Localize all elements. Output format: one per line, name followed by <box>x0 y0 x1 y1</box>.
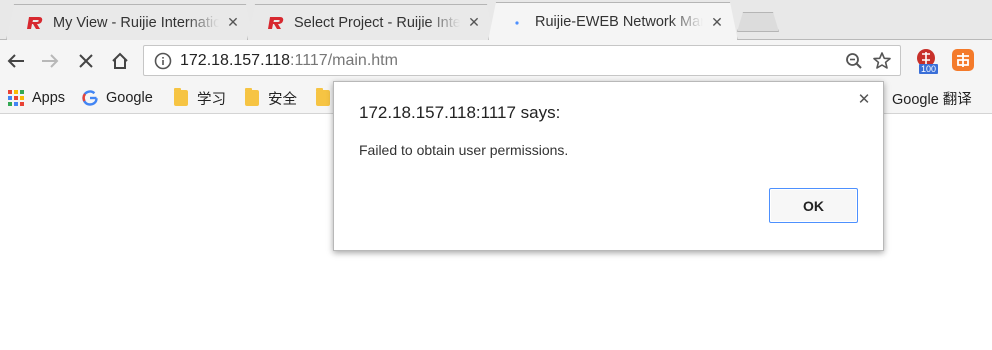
tab-my-view[interactable]: My View - Ruijie International ✕ <box>6 4 254 40</box>
bookmark-label: 安全 <box>268 91 297 108</box>
tab-title: Select Project - Ruijie International <box>294 14 460 31</box>
url-path: :1117/main.htm <box>290 51 398 69</box>
zoom-icon[interactable] <box>843 50 865 72</box>
extension-badge-count: 100 <box>919 64 939 74</box>
tab-close-icon[interactable]: ✕ <box>225 15 241 31</box>
bookmark-folder-study[interactable]: 学习 <box>173 87 226 109</box>
extension-orange-icon[interactable] <box>951 48 977 74</box>
new-tab-button[interactable] <box>737 12 779 32</box>
bookmark-star-icon[interactable] <box>871 50 893 72</box>
alert-dialog: 172.18.157.118:1117 says: ✕ Failed to ob… <box>333 81 884 251</box>
tab-select-project[interactable]: Select Project - Ruijie International ✕ <box>247 4 495 40</box>
ok-button[interactable]: OK <box>769 188 858 223</box>
google-g-icon <box>82 90 98 106</box>
back-arrow-icon[interactable] <box>4 49 28 73</box>
folder-icon <box>173 88 189 106</box>
tab-close-icon[interactable]: ✕ <box>709 14 725 30</box>
tab-ruijie-eweb[interactable]: Ruijie-EWEB Network Management ✕ <box>488 2 738 41</box>
bookmark-apps[interactable]: Apps <box>8 87 65 109</box>
home-icon[interactable] <box>108 49 132 73</box>
bookmark-folder-security[interactable]: 安全 <box>244 87 297 109</box>
address-bar[interactable]: 172.18.157.118:1117/main.htm <box>143 45 901 76</box>
url-text[interactable]: 172.18.157.118:1117/main.htm <box>180 52 398 70</box>
loading-dot-icon <box>507 14 527 30</box>
bookmark-label: Apps <box>32 90 66 106</box>
bookmark-google-translate[interactable]: Google 翻译 <box>892 87 972 109</box>
bookmark-google[interactable]: Google <box>82 87 153 109</box>
bookmark-label: Google 翻译 <box>892 91 972 108</box>
dialog-title: 172.18.157.118:1117 says: <box>359 103 561 122</box>
tab-close-icon[interactable]: ✕ <box>466 15 482 31</box>
url-host: 172.18.157.118 <box>180 51 291 69</box>
tab-title: My View - Ruijie International <box>53 14 219 31</box>
dialog-message: Failed to obtain user permissions. <box>359 142 569 158</box>
stop-loading-icon[interactable] <box>74 49 98 73</box>
extension-badge-icon[interactable]: 100 <box>914 48 940 74</box>
close-icon[interactable]: ✕ <box>855 90 873 108</box>
forward-arrow-icon[interactable] <box>38 49 62 73</box>
ruijie-logo-icon <box>25 15 45 31</box>
site-info-icon[interactable] <box>152 50 174 72</box>
bookmark-label: Google <box>106 90 153 106</box>
apps-grid-icon <box>8 90 24 106</box>
folder-icon <box>244 88 260 106</box>
tab-strip: My View - Ruijie International ✕ Select … <box>0 0 992 40</box>
toolbar: 172.18.157.118:1117/main.htm 100 <box>0 40 992 82</box>
folder-icon <box>315 88 331 106</box>
bookmark-label: 学习 <box>197 91 226 108</box>
tab-title: Ruijie-EWEB Network Management <box>535 14 701 30</box>
ruijie-logo-icon <box>266 15 286 31</box>
